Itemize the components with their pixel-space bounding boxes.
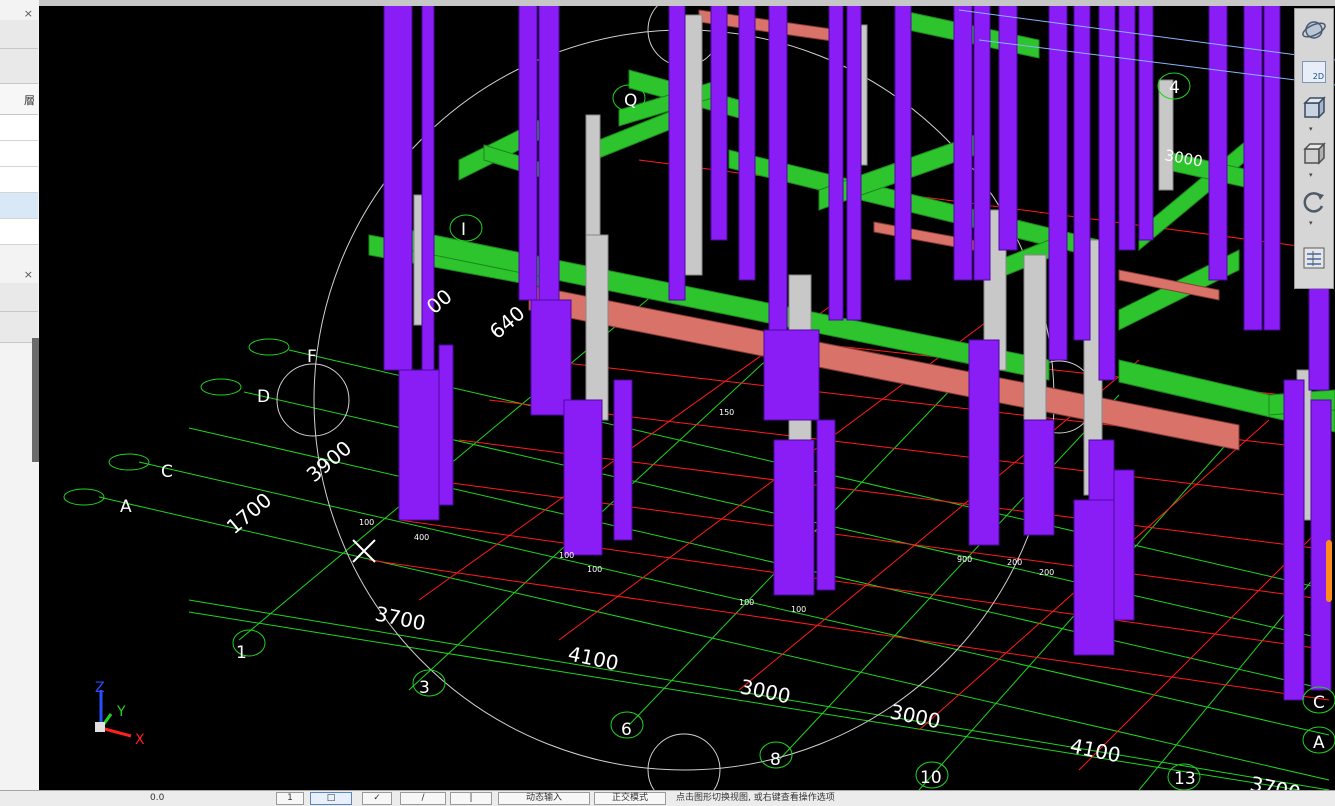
annotation: 400: [414, 533, 429, 542]
lower-panel-toolbar: [0, 283, 38, 312]
3d-viewport[interactable]: 3900 1700 3700 4100 3000 3000 4100 3700 …: [39, 0, 1335, 790]
grid-label: C: [161, 462, 173, 482]
rotate-icon: [1303, 192, 1324, 213]
orbit-button[interactable]: [1299, 15, 1329, 45]
dim-label: 3000: [888, 699, 943, 733]
view-cube-dropdown-icon[interactable]: ▾: [1309, 171, 1313, 179]
property-header-label: 層: [24, 94, 35, 107]
view-3d-dropdown-icon[interactable]: ▾: [1309, 125, 1313, 133]
grid-label: 8: [770, 750, 781, 770]
annotation: 900: [957, 555, 972, 564]
grid-lines-green: [98, 289, 1330, 790]
property-table-header: 層: [0, 84, 38, 115]
grid-label: 1: [236, 643, 247, 663]
grid-label: 4: [1169, 78, 1180, 98]
annotation: 200: [1039, 568, 1054, 577]
property-row[interactable]: [0, 219, 38, 245]
property-row[interactable]: [0, 167, 38, 193]
view-cube-icon: [1303, 142, 1326, 165]
view-settings-button[interactable]: [1299, 243, 1329, 273]
dim-label: 4100: [566, 641, 621, 675]
scroll-indicator[interactable]: [1326, 540, 1332, 602]
dim-label: 3000: [738, 674, 793, 708]
dim-label: 640: [485, 301, 530, 344]
grid-label: A: [1313, 733, 1325, 753]
annotation: 150: [719, 408, 734, 417]
triad-z-label: Z: [95, 680, 105, 696]
orbit-pivot-cross-icon: [352, 539, 376, 563]
annotation: 100: [739, 598, 754, 607]
annotation: 200: [1007, 558, 1022, 567]
coordinate-triad-icon: Z Y X: [95, 680, 145, 748]
property-row[interactable]: [0, 115, 38, 141]
view-2d-button[interactable]: 2D: [1299, 57, 1329, 87]
view-2d-icon: 2D: [1302, 61, 1326, 83]
dim-label: 3700: [373, 601, 428, 635]
grid-label: D: [257, 387, 270, 407]
status-button[interactable]: /: [400, 792, 446, 805]
view-settings-icon: [1303, 247, 1325, 269]
status-button[interactable]: |: [450, 792, 492, 805]
annotation-texts: 100 400 100 100 150 900 200 200 100 100: [359, 408, 1054, 614]
viewport-top-border: [39, 0, 1335, 6]
grid-label: 3: [419, 678, 430, 698]
grid-label: F: [307, 347, 317, 367]
dim-label: 4100: [1068, 733, 1123, 767]
dynamic-input-button[interactable]: 动态输入: [498, 792, 590, 805]
annotation: 100: [791, 605, 806, 614]
view-cube-button[interactable]: [1299, 139, 1329, 169]
status-button[interactable]: 1: [276, 792, 304, 805]
status-bar: 0.0 1 □ ✓ / | 动态输入 正交模式 点击图形切换视图, 或右键查看操…: [0, 790, 1335, 806]
orbit-icon: [1302, 21, 1326, 39]
view-3d-box-icon: [1303, 96, 1326, 119]
rotate-dropdown-icon[interactable]: ▾: [1309, 219, 1313, 227]
status-hint-text: 点击图形切换视图, 或右键查看操作选项: [676, 793, 835, 803]
panel-splitter-handle[interactable]: [32, 338, 39, 462]
grid-label: Q: [624, 91, 637, 111]
coordinate-readout: 0.0: [150, 793, 165, 803]
upper-panel-filter: [0, 49, 38, 84]
triad-y-label: Y: [116, 704, 126, 720]
status-button-active[interactable]: □: [310, 792, 352, 805]
dim-label: 3900: [302, 436, 356, 487]
dim-label: 3700: [1248, 771, 1303, 790]
lower-panel-close-icon[interactable]: ×: [24, 268, 33, 281]
annotation: 100: [587, 565, 602, 574]
property-row[interactable]: [0, 141, 38, 167]
grid-label: 13: [1174, 769, 1196, 789]
upper-panel-toolbar: [0, 20, 38, 49]
triad-x-label: X: [135, 732, 145, 748]
rotate-button[interactable]: [1299, 187, 1329, 217]
grid-label: C: [1313, 693, 1325, 713]
status-button[interactable]: ✓: [362, 792, 392, 805]
grid-label: I: [461, 220, 466, 240]
grid-label: 10: [920, 768, 942, 788]
structure-3d-model: 3900 1700 3700 4100 3000 3000 4100 3700 …: [63, 0, 1335, 790]
view-3d-button[interactable]: [1299, 93, 1329, 123]
property-row-selected[interactable]: [0, 193, 38, 219]
annotation: 100: [359, 518, 374, 527]
grid-label: 6: [621, 720, 632, 740]
annotation: 100: [559, 551, 574, 560]
upper-panel-close-icon[interactable]: ×: [24, 7, 33, 20]
view-navigation-toolbar: 2D ▾ ▾ ▾: [1294, 8, 1334, 289]
ortho-mode-button[interactable]: 正交模式: [594, 792, 666, 805]
grid-label: A: [120, 497, 132, 517]
